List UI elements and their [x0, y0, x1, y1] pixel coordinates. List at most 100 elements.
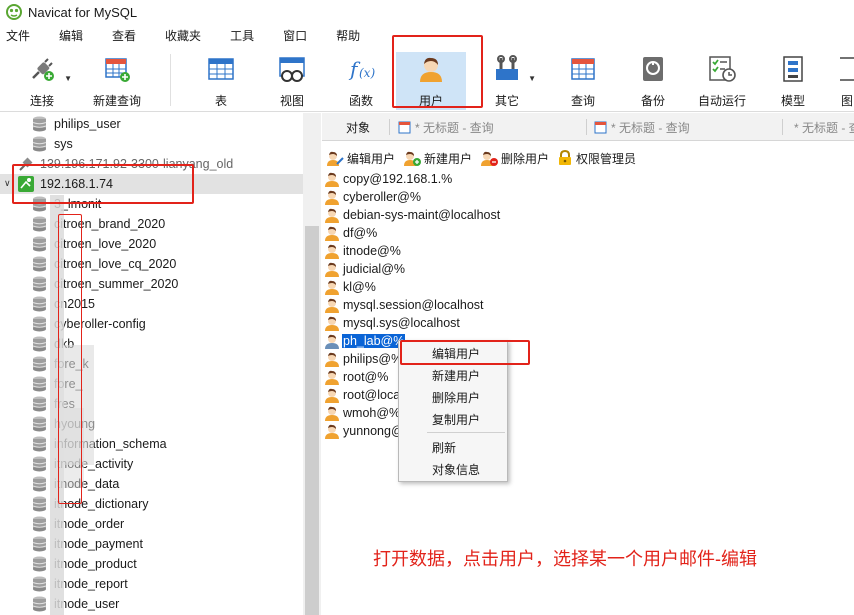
context-object-info[interactable]: 对象信息: [432, 461, 480, 478]
tree-item-database[interactable]: citroen_summer_2020: [0, 274, 303, 294]
connect-dropdown-icon[interactable]: ▼: [64, 74, 72, 83]
tab-object[interactable]: 对象: [346, 113, 370, 141]
tree-item-database[interactable]: itnode_payment: [0, 534, 303, 554]
tree-item-database[interactable]: itnode_product: [0, 554, 303, 574]
delete-user-button[interactable]: 删除用户: [480, 150, 549, 167]
menu-favorites[interactable]: 收藏夹: [155, 24, 211, 48]
menu-tools[interactable]: 工具: [220, 24, 264, 48]
tree-item-database[interactable]: 3_lmonit: [0, 194, 303, 214]
tree-item-database[interactable]: citroen_love_cq_2020: [0, 254, 303, 274]
automation-button[interactable]: 自动运行: [696, 52, 748, 110]
query-button[interactable]: 查询: [566, 52, 600, 110]
new-query-icon: [105, 58, 130, 82]
tab-untitled-query[interactable]: * 无标题 - 查询: [398, 113, 494, 141]
plug-icon: [32, 58, 54, 81]
user-list-item[interactable]: df@%: [324, 224, 378, 242]
user-icon: [325, 262, 339, 277]
new-user-button[interactable]: 新建用户: [403, 150, 472, 167]
database-icon: [32, 136, 47, 152]
database-icon: [32, 116, 47, 132]
tree-item-database[interactable]: cn2015: [0, 294, 303, 314]
user-list-item[interactable]: wmoh@%: [324, 404, 401, 422]
instruction-note: 打开数据，点击用户，选择某一个用户邮件-编辑: [373, 549, 757, 569]
tree-item-database[interactable]: itnode_activity: [0, 454, 303, 474]
tree-item-database[interactable]: itnode_report: [0, 574, 303, 594]
connection-closed-icon: [19, 157, 33, 171]
user-list-item[interactable]: kl@%: [324, 278, 377, 296]
user-list-item[interactable]: root@loca: [324, 386, 401, 404]
user-list-item[interactable]: itnode@%: [324, 242, 402, 260]
menu-view[interactable]: 查看: [102, 24, 146, 48]
context-refresh[interactable]: 刷新: [432, 439, 456, 456]
database-icon: [32, 496, 47, 512]
tree-item-database[interactable]: dkb: [0, 334, 303, 354]
user-list-item[interactable]: philips@%: [324, 350, 403, 368]
database-icon: [32, 456, 47, 472]
tree-item-database[interactable]: itnode_order: [0, 514, 303, 534]
function-icon: f (x): [348, 57, 375, 81]
privilege-manager-button[interactable]: 权限管理员: [557, 150, 636, 167]
menu-edit[interactable]: 编辑: [49, 24, 93, 48]
other-button[interactable]: 其它 ▼: [490, 52, 536, 110]
tree-item-database[interactable]: itnode_dictionary: [0, 494, 303, 514]
context-new-user[interactable]: 新建用户: [432, 367, 480, 384]
tree-item-database[interactable]: citroen_love_2020: [0, 234, 303, 254]
database-icon: [32, 196, 47, 212]
tree-item-database[interactable]: sys: [0, 134, 303, 154]
function-button[interactable]: f (x) 函数: [344, 52, 378, 110]
context-edit-user[interactable]: 编辑用户: [432, 345, 480, 362]
context-delete-user[interactable]: 删除用户: [432, 389, 480, 406]
model-icon: [783, 56, 803, 82]
tab-untitled-query[interactable]: * 无标题 - 查询: [594, 113, 690, 141]
user-button[interactable]: 用户: [396, 52, 466, 110]
user-list-item[interactable]: yunnong@: [324, 422, 405, 440]
user-list-item[interactable]: copy@192.168.1.%: [324, 170, 453, 188]
tree-item-database[interactable]: hyoung: [0, 414, 303, 434]
user-list-item[interactable]: judicial@%: [324, 260, 406, 278]
user-icon: [325, 424, 339, 439]
user-list-item[interactable]: ph_lab@%: [324, 332, 407, 350]
edit-user-icon: [327, 151, 344, 166]
table-icon: [208, 58, 234, 80]
new-user-icon: [404, 151, 422, 166]
tree-item-database[interactable]: itnode_user: [0, 594, 303, 614]
table-button[interactable]: 表: [204, 52, 238, 110]
scrollbar-thumb[interactable]: [305, 226, 319, 615]
user-list-item[interactable]: mysql.sys@localhost: [324, 314, 461, 332]
tree-scrollbar[interactable]: [303, 113, 321, 615]
tree-connection-active[interactable]: ∨ 192.168.1.74: [0, 174, 303, 194]
menu-help[interactable]: 帮助: [326, 24, 370, 48]
tree-connection-other[interactable]: 139.196.171.92-3300-lianyang_old: [0, 154, 303, 174]
lock-icon: [559, 150, 572, 165]
tree-item-database[interactable]: information_schema: [0, 434, 303, 454]
user-list-item[interactable]: cyberoller@%: [324, 188, 422, 206]
backup-button[interactable]: 备份: [636, 52, 670, 110]
tab-untitled-query[interactable]: * 无标题 - 查询: [790, 113, 854, 141]
model-button[interactable]: 模型: [776, 52, 810, 110]
menu-file[interactable]: 文件: [0, 24, 40, 48]
user-list-item[interactable]: debian-sys-maint@localhost: [324, 206, 501, 224]
tree-item-database[interactable]: fres: [0, 394, 303, 414]
context-copy-user[interactable]: 复制用户: [432, 411, 480, 428]
tree-item-database[interactable]: philips_user: [0, 114, 303, 134]
menu-window[interactable]: 窗口: [273, 24, 317, 48]
user-list-item[interactable]: root@%: [324, 368, 389, 386]
privacy-mosaic: [64, 408, 84, 488]
database-icon: [32, 316, 47, 332]
database-icon: [32, 236, 47, 252]
edit-user-button[interactable]: 编辑用户: [326, 150, 395, 167]
new-query-button[interactable]: 新建查询: [92, 52, 142, 110]
tree-item-database[interactable]: cyberoller-config: [0, 314, 303, 334]
query-tab-icon: [398, 121, 411, 133]
connect-button[interactable]: 连接 ▼: [24, 52, 72, 110]
tree-item-database[interactable]: fore_k: [0, 354, 303, 374]
chart-button[interactable]: 图: [840, 52, 854, 110]
tree-item-database[interactable]: citroen_brand_2020: [0, 214, 303, 234]
user-list-item[interactable]: mysql.session@localhost: [324, 296, 485, 314]
tree-item-database[interactable]: itnode_data: [0, 474, 303, 494]
other-dropdown-icon[interactable]: ▼: [528, 74, 536, 83]
tree-item-database[interactable]: fore_: [0, 374, 303, 394]
main-toolbar: 连接 ▼ 新建查询 表 视图 f (x) 函数 用户 其它 ▼ 查询 备份 自动…: [0, 48, 854, 112]
chevron-down-icon[interactable]: ∨: [4, 178, 11, 189]
view-button[interactable]: 视图: [274, 52, 310, 110]
